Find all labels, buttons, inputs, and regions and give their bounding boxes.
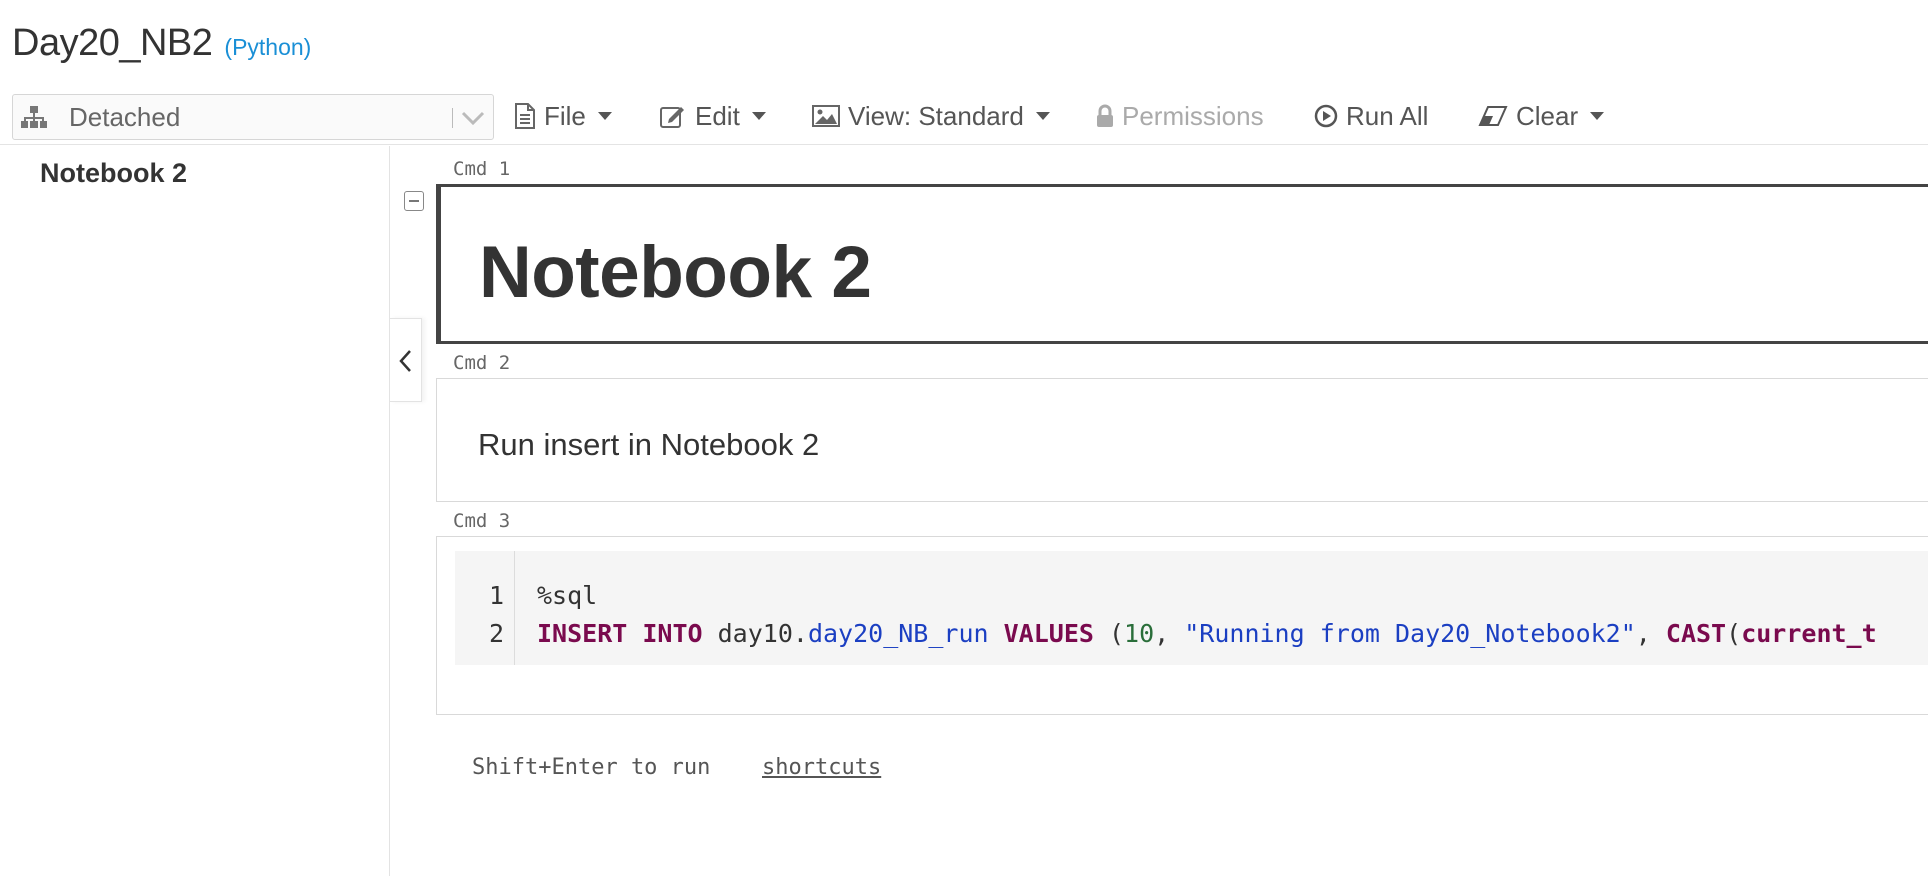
code-line-1: %sql bbox=[537, 581, 598, 610]
collapse-sidebar-button[interactable] bbox=[390, 318, 422, 402]
caret-down-icon bbox=[751, 112, 766, 120]
file-menu[interactable]: File bbox=[514, 96, 612, 136]
notebook-toolbar: Detached File Edit View: Standard Permis… bbox=[0, 94, 1928, 144]
chevron-down-icon[interactable] bbox=[459, 105, 487, 129]
chevron-left-icon bbox=[399, 350, 411, 372]
table-of-contents: Notebook 2 bbox=[0, 146, 390, 876]
view-menu-label: View: Standard bbox=[848, 100, 1024, 131]
cell-label: Cmd 2 bbox=[453, 352, 511, 374]
markdown-cell[interactable]: Run insert in Notebook 2 bbox=[436, 378, 1928, 502]
file-menu-label: File bbox=[544, 100, 586, 131]
table-name: day20_NB_run bbox=[807, 619, 989, 648]
cluster-tree-icon bbox=[21, 106, 47, 128]
code-punct: ( bbox=[1093, 619, 1125, 648]
run-hint: Shift+Enter to run bbox=[472, 755, 711, 780]
cell-label: Cmd 3 bbox=[453, 510, 511, 532]
play-circle-icon bbox=[1314, 104, 1338, 128]
line-number-gutter: 1 2 bbox=[455, 551, 515, 665]
cell-label: Cmd 1 bbox=[453, 158, 511, 180]
view-menu[interactable]: View: Standard bbox=[812, 96, 1050, 136]
schema-name: day10. bbox=[702, 619, 808, 648]
cluster-selector[interactable]: Detached bbox=[12, 94, 494, 140]
permissions-label: Permissions bbox=[1122, 100, 1264, 131]
caret-down-icon bbox=[1035, 112, 1050, 120]
run-all-label: Run All bbox=[1346, 100, 1429, 131]
edit-menu[interactable]: Edit bbox=[659, 96, 766, 136]
image-icon bbox=[812, 105, 840, 127]
sql-keyword: INSERT INTO bbox=[537, 619, 703, 648]
cluster-status: Detached bbox=[69, 101, 181, 132]
run-all-button[interactable]: Run All bbox=[1314, 96, 1428, 136]
caret-down-icon bbox=[597, 112, 612, 120]
cell-heading: Notebook 2 bbox=[479, 232, 872, 313]
lock-icon bbox=[1097, 104, 1113, 127]
line-number: 2 bbox=[488, 619, 504, 648]
toc-item-notebook-2[interactable]: Notebook 2 bbox=[40, 158, 187, 189]
notebook-language[interactable]: (Python) bbox=[224, 34, 311, 61]
caret-down-icon bbox=[1590, 112, 1605, 120]
string-literal: "Running from Day20_Notebook2" bbox=[1184, 619, 1636, 648]
edit-menu-label: Edit bbox=[695, 100, 740, 131]
code-editor[interactable]: 1 2 %sql INSERT INTO day10.day20_NB_run … bbox=[455, 551, 1928, 665]
code-punct: , bbox=[1635, 619, 1666, 648]
file-icon bbox=[515, 103, 535, 129]
edit-icon bbox=[660, 107, 684, 128]
sql-keyword: VALUES bbox=[988, 619, 1094, 648]
clear-menu-label: Clear bbox=[1516, 100, 1579, 131]
shortcuts-link[interactable]: shortcuts bbox=[762, 755, 881, 780]
eraser-icon bbox=[1478, 106, 1508, 126]
markdown-cell[interactable]: Notebook 2 bbox=[436, 184, 1928, 344]
cell-text: Run insert in Notebook 2 bbox=[478, 427, 820, 462]
line-number: 1 bbox=[488, 581, 504, 610]
notebook-title[interactable]: Day20_NB2 bbox=[12, 22, 213, 65]
sql-keyword: CAST bbox=[1665, 619, 1727, 648]
notebook-title-row: Day20_NB2 (Python) bbox=[12, 22, 311, 65]
collapse-cell-icon[interactable] bbox=[404, 191, 424, 211]
code-punct: , bbox=[1154, 619, 1185, 648]
code-punct: ( bbox=[1726, 619, 1742, 648]
number-literal: 10 bbox=[1124, 619, 1155, 648]
permissions-button[interactable]: Permissions bbox=[1096, 96, 1264, 136]
function-name: current_t bbox=[1741, 619, 1877, 648]
code-cell[interactable]: 1 2 %sql INSERT INTO day10.day20_NB_run … bbox=[436, 536, 1928, 715]
cluster-separator bbox=[452, 108, 453, 128]
toolbar-divider bbox=[0, 144, 1928, 145]
code-line-2: INSERT INTO day10.day20_NB_run VALUES (1… bbox=[537, 619, 1877, 648]
clear-menu[interactable]: Clear bbox=[1478, 96, 1605, 136]
